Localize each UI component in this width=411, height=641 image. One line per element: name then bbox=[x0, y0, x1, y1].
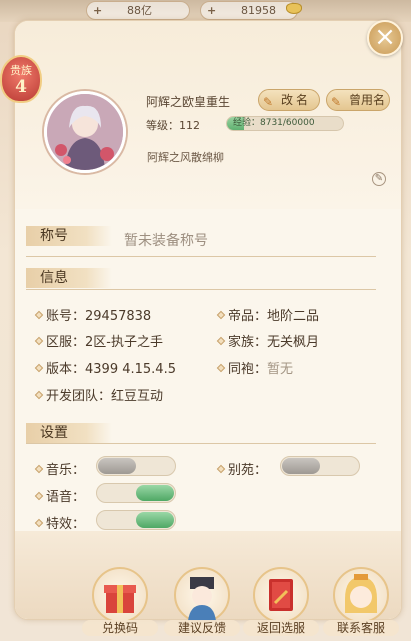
toggle-knob bbox=[98, 458, 136, 474]
currency-2[interactable]: + 81958 bbox=[200, 1, 298, 20]
currency-1[interactable]: + 88亿 bbox=[86, 1, 190, 20]
diamond-bullet-icon bbox=[216, 336, 226, 346]
avatar-portrait-icon bbox=[47, 94, 123, 170]
voice-label-row: 语音： bbox=[34, 486, 86, 505]
robe-label: 同袍： bbox=[228, 362, 268, 377]
voice-toggle[interactable] bbox=[96, 483, 176, 503]
music-label-row: 音乐： bbox=[34, 459, 86, 478]
music-toggle[interactable] bbox=[96, 456, 176, 476]
villa-label-row: 别苑： bbox=[216, 459, 268, 478]
divider bbox=[26, 289, 376, 290]
rank-title: 贵族 bbox=[10, 64, 32, 77]
server-text: 区服：2区-执子之手 bbox=[46, 335, 163, 350]
toggle-knob bbox=[136, 512, 174, 528]
family-value: 无关枫月 bbox=[267, 335, 320, 350]
rank-level: 4 bbox=[15, 77, 27, 97]
add-currency-1-icon[interactable]: + bbox=[93, 2, 102, 19]
brush-icon: ✎ bbox=[263, 95, 274, 109]
support-girl-icon bbox=[333, 567, 389, 623]
music-label: 音乐： bbox=[46, 463, 86, 478]
account-row: 账号：29457838 bbox=[34, 305, 152, 324]
toggle-knob bbox=[136, 485, 174, 501]
level-label: 等级：112 bbox=[146, 119, 200, 132]
currency-1-value: 88亿 bbox=[127, 4, 152, 17]
add-currency-2-icon[interactable]: + bbox=[207, 2, 216, 19]
redeem-code-button[interactable]: 兑换码 bbox=[82, 567, 158, 639]
used-names-label: 曾用名 bbox=[349, 93, 386, 107]
villa-label: 别苑： bbox=[228, 463, 268, 478]
section-info-heading: 信息 bbox=[26, 268, 112, 288]
used-names-button[interactable]: ✎ 曾用名 bbox=[326, 89, 390, 111]
feedback-label: 建议反馈 bbox=[164, 620, 240, 636]
rename-label: 改名 bbox=[281, 93, 312, 107]
gift-box-icon bbox=[92, 567, 148, 623]
version-text: 版本：4399 4.15.4.5 bbox=[46, 362, 176, 377]
robe-row: 同袍：暂无 bbox=[216, 358, 294, 377]
diamond-bullet-icon bbox=[34, 518, 44, 528]
back-to-server-select-button[interactable]: 返回选服 bbox=[243, 567, 319, 639]
effects-toggle[interactable] bbox=[96, 510, 176, 530]
contact-label: 联系客服 bbox=[323, 620, 399, 636]
edit-signature-icon[interactable]: ✎ bbox=[372, 172, 386, 186]
grade-value: 地阶二品 bbox=[267, 309, 320, 324]
contact-support-button[interactable]: 联系客服 bbox=[323, 567, 399, 639]
version-row: 版本：4399 4.15.4.5 bbox=[34, 358, 176, 377]
player-name: 阿辉之欧皇重生 bbox=[146, 95, 231, 109]
effects-label: 特效： bbox=[46, 517, 86, 532]
rename-button[interactable]: ✎ 改名 bbox=[258, 89, 320, 111]
section-title-heading: 称号 bbox=[26, 226, 112, 246]
dev-team-row: 开发团队：红豆互动 bbox=[34, 385, 164, 404]
close-button[interactable]: × bbox=[367, 20, 403, 56]
divider bbox=[26, 443, 376, 444]
diamond-bullet-icon bbox=[34, 363, 44, 373]
server-row: 区服：2区-执子之手 bbox=[34, 331, 163, 350]
section-settings-heading: 设置 bbox=[26, 423, 112, 443]
redeem-label: 兑换码 bbox=[82, 620, 158, 636]
noble-rank-badge: 贵族 4 bbox=[0, 55, 42, 103]
currency-2-value: 81958 bbox=[241, 4, 276, 17]
diamond-bullet-icon bbox=[216, 363, 226, 373]
exp-text: 经验：8731/60000 bbox=[233, 118, 315, 128]
family-row: 家族：无关枫月 bbox=[216, 331, 320, 350]
diamond-bullet-icon bbox=[34, 491, 44, 501]
toggle-knob bbox=[282, 458, 320, 474]
exp-bar: 经验：8731/60000 bbox=[226, 116, 344, 131]
divider bbox=[26, 256, 376, 257]
voice-label: 语音： bbox=[46, 490, 86, 505]
diamond-bullet-icon bbox=[216, 464, 226, 474]
back-server-label: 返回选服 bbox=[243, 620, 319, 636]
close-icon: × bbox=[374, 22, 396, 52]
brush-icon: ✎ bbox=[331, 95, 342, 109]
dev-team-text: 开发团队：红豆互动 bbox=[46, 389, 164, 404]
feedback-button[interactable]: 建议反馈 bbox=[164, 567, 240, 639]
effects-label-row: 特效： bbox=[34, 513, 86, 532]
book-icon bbox=[253, 567, 309, 623]
signature-text: 阿辉之风散绵柳 bbox=[147, 151, 224, 164]
currency-bar: + 88亿 + 81958 bbox=[0, 0, 411, 22]
family-label: 家族： bbox=[228, 335, 268, 350]
diamond-bullet-icon bbox=[34, 464, 44, 474]
diamond-bullet-icon bbox=[216, 310, 226, 320]
grade-row: 帝品：地阶二品 bbox=[216, 305, 320, 324]
grade-label: 帝品： bbox=[228, 309, 268, 324]
diamond-bullet-icon bbox=[34, 310, 44, 320]
gold-ingot-icon bbox=[286, 3, 302, 14]
equipped-title-value: 暂未装备称号 bbox=[124, 233, 208, 249]
account-text: 账号：29457838 bbox=[46, 309, 152, 324]
villa-toggle[interactable] bbox=[280, 456, 360, 476]
diamond-bullet-icon bbox=[34, 336, 44, 346]
robe-value: 暂无 bbox=[267, 362, 294, 377]
diamond-bullet-icon bbox=[34, 390, 44, 400]
scholar-character-icon bbox=[174, 567, 230, 623]
avatar[interactable] bbox=[44, 91, 126, 173]
